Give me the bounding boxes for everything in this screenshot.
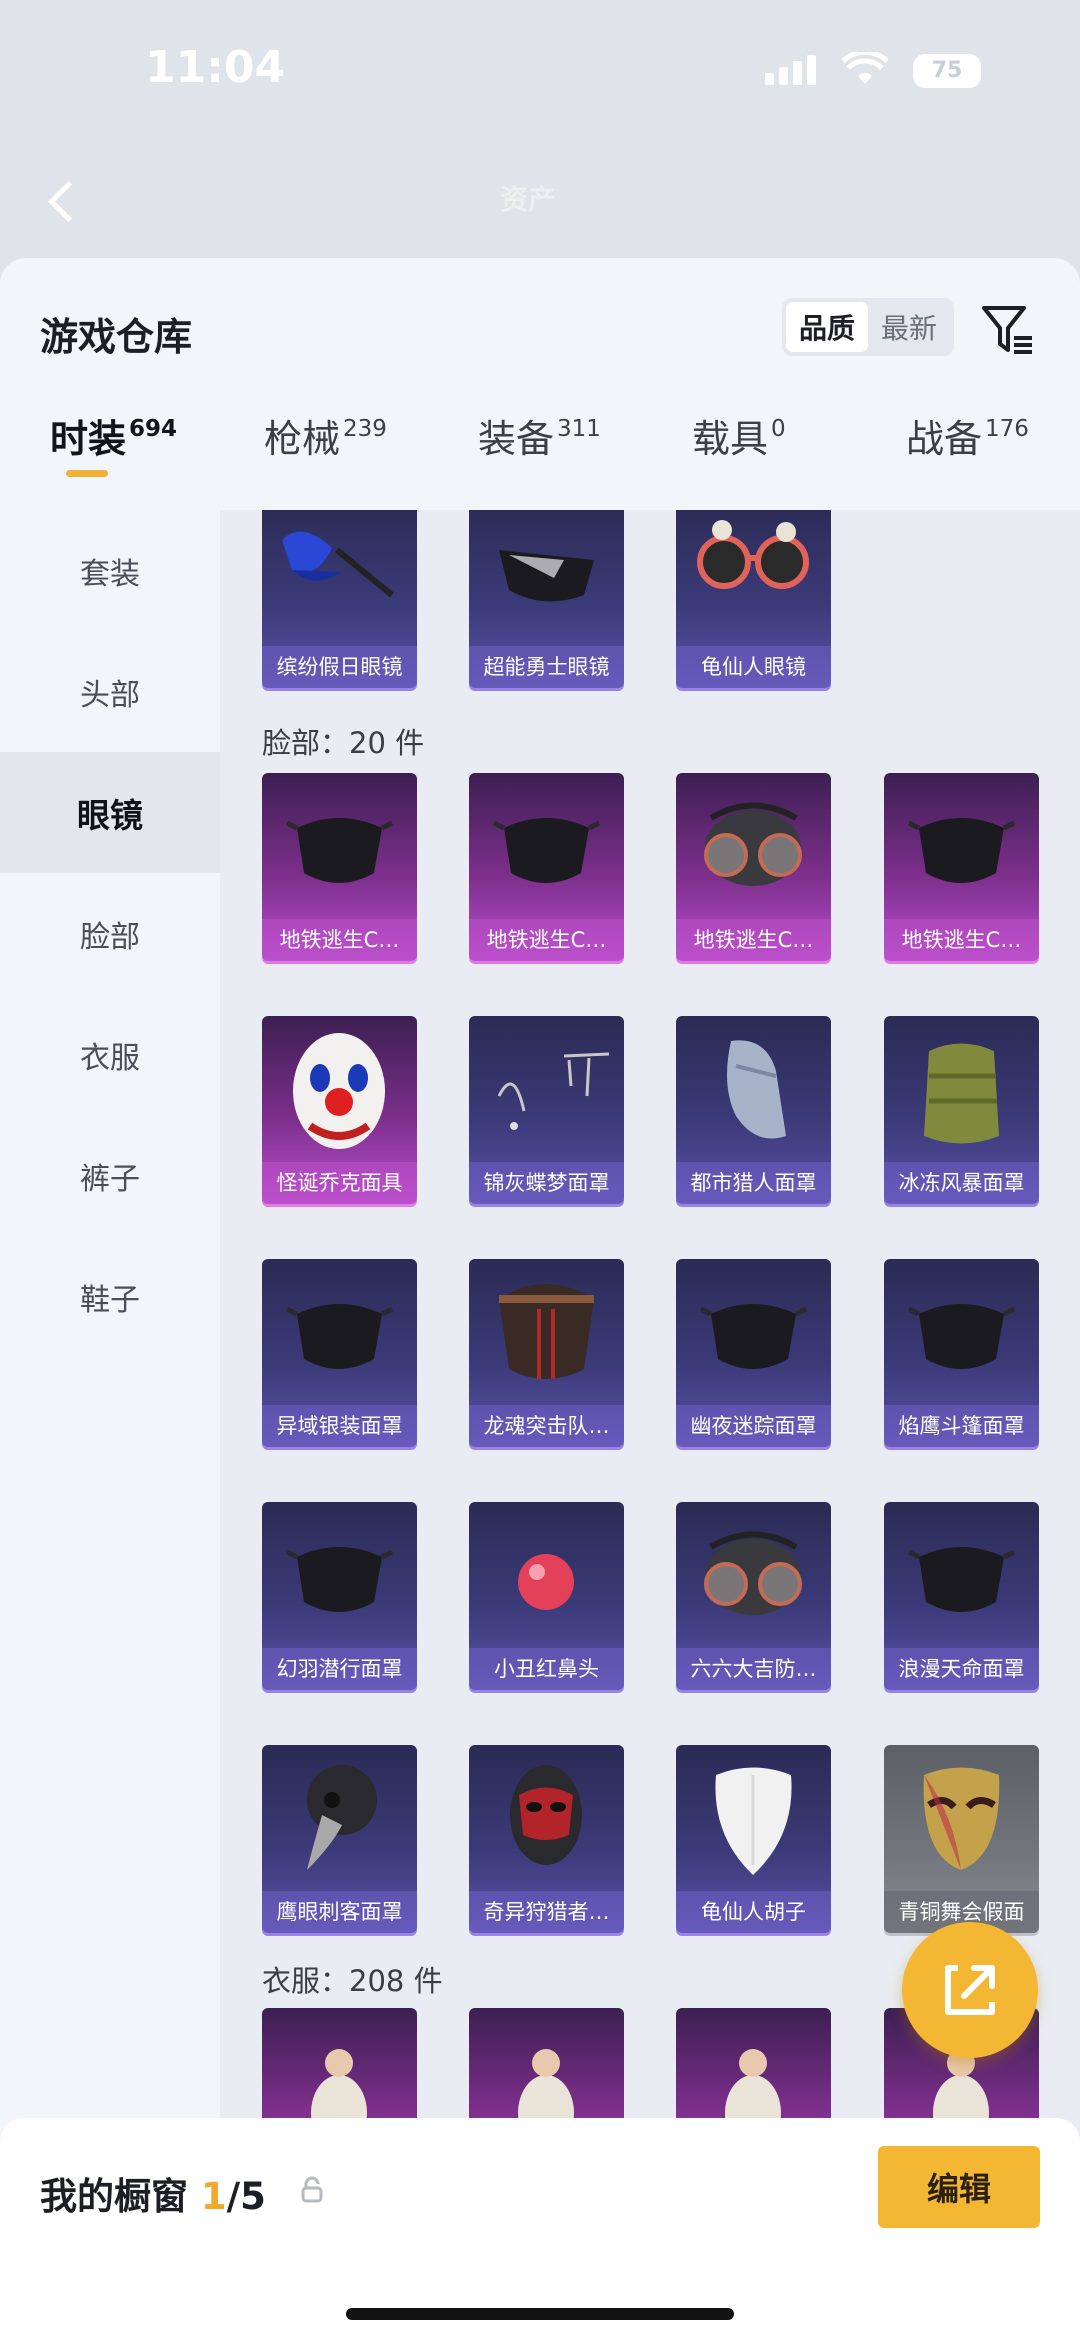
item-name: 小丑红鼻头 (469, 1648, 624, 1690)
wifi-icon (842, 52, 888, 84)
item-name: 都市猎人面罩 (676, 1162, 831, 1204)
tab-count: 0 (771, 416, 786, 442)
item-name: 浪漫天命面罩 (884, 1648, 1039, 1690)
item-card[interactable]: 地铁逃生C… (262, 773, 417, 961)
item-grid: 脸部：20 件 衣服：208 件 缤纷假日眼镜 超能勇士眼镜 龟仙人眼镜地铁逃生C…… (220, 510, 1080, 2341)
sidebar: 套装 头部 眼镜 脸部 衣服 裤子 鞋子 (0, 510, 220, 2341)
edit-button[interactable]: 编辑 (878, 2146, 1040, 2228)
battery-icon: 75 (913, 54, 981, 88)
item-name: 龟仙人胡子 (676, 1891, 831, 1933)
item-card[interactable]: 地铁逃生C… (884, 773, 1039, 961)
showcase-bar: 我的橱窗 1/5 编辑 (0, 2118, 1080, 2341)
item-name: 鹰眼刺客面罩 (262, 1891, 417, 1933)
tab-label: 装备 (478, 417, 555, 461)
sheet-title: 游戏仓库 (40, 315, 193, 359)
item-name: 怪诞乔克面具 (262, 1162, 417, 1204)
sort-quality-button[interactable]: 品质 (786, 302, 868, 352)
item-name: 焰鹰斗篷面罩 (884, 1405, 1039, 1447)
showcase-total: /5 (226, 2175, 266, 2218)
tab-count: 176 (985, 416, 1029, 442)
sort-toggle: 品质 最新 (782, 298, 954, 356)
item-card[interactable]: 地铁逃生C… (469, 773, 624, 961)
sort-newest-button[interactable]: 最新 (868, 302, 950, 352)
item-card[interactable]: 六六大吉防… (676, 1502, 831, 1690)
header-title: 资产 (500, 183, 557, 216)
sidebar-item-pants[interactable]: 裤子 (0, 1115, 220, 1236)
screen: 11:04 75 资产 游戏仓库 品质 最新 时装 694 枪械 239 装备 311… (0, 0, 1080, 2341)
tab-count: 311 (557, 416, 601, 442)
item-card[interactable]: 浪漫天命面罩 (884, 1502, 1039, 1690)
item-name: 异域银装面罩 (262, 1405, 417, 1447)
item-name: 超能勇士眼镜 (469, 646, 624, 688)
blurred-background-header: 11:04 75 资产 (0, 0, 1080, 300)
tab-fashion[interactable]: 时装 694 (50, 408, 177, 488)
item-card[interactable]: 锦灰蝶梦面罩 (469, 1016, 624, 1204)
item-name: 幽夜迷踪面罩 (676, 1405, 831, 1447)
item-card[interactable]: 异域银装面罩 (262, 1259, 417, 1447)
item-name: 奇异狩猎者… (469, 1891, 624, 1933)
sidebar-item-shoes[interactable]: 鞋子 (0, 1236, 220, 1357)
item-name: 六六大吉防… (676, 1648, 831, 1690)
item-card[interactable]: 冰冻风暴面罩 (884, 1016, 1039, 1204)
item-card[interactable]: 奇异狩猎者… (469, 1745, 624, 1933)
status-time: 11:04 (145, 42, 286, 93)
item-card[interactable]: 怪诞乔克面具 (262, 1016, 417, 1204)
item-card[interactable]: 青铜舞会假面 (884, 1745, 1039, 1933)
item-name: 冰冻风暴面罩 (884, 1162, 1039, 1204)
back-button[interactable] (40, 177, 88, 225)
item-card[interactable]: 鹰眼刺客面罩 (262, 1745, 417, 1933)
tab-equipment[interactable]: 装备 311 (478, 408, 601, 488)
lock-icon (301, 2176, 323, 2203)
status-bar: 11:04 75 (0, 0, 1080, 120)
tab-tactical[interactable]: 战备 176 (906, 408, 1029, 488)
share-button[interactable] (902, 1922, 1038, 2058)
share-icon (945, 1965, 995, 2015)
item-card[interactable]: 缤纷假日眼镜 (262, 510, 417, 688)
item-card[interactable]: 焰鹰斗篷面罩 (884, 1259, 1039, 1447)
item-card[interactable]: 都市猎人面罩 (676, 1016, 831, 1204)
home-indicator (346, 2308, 734, 2320)
item-name: 地铁逃生C… (469, 919, 624, 961)
cellular-signal-icon (765, 55, 816, 85)
item-card[interactable]: 超能勇士眼镜 (469, 510, 624, 688)
item-name: 缤纷假日眼镜 (262, 646, 417, 688)
clothes-section-header: 衣服：208 件 (262, 1964, 443, 1998)
showcase-current: 1 (200, 2175, 227, 2218)
item-card[interactable]: 幻羽潜行面罩 (262, 1502, 417, 1690)
item-name: 龙魂突击队… (469, 1405, 624, 1447)
item-card[interactable]: 地铁逃生C… (676, 773, 831, 961)
tab-count: 239 (343, 416, 387, 442)
item-card[interactable]: 龟仙人眼镜 (676, 510, 831, 688)
showcase-title-text: 我的橱窗 (40, 2175, 201, 2218)
sidebar-item-glasses[interactable]: 眼镜 (0, 752, 220, 873)
tab-firearms[interactable]: 枪械 239 (264, 408, 387, 488)
tab-label: 时装 (50, 417, 127, 461)
sidebar-item-clothes[interactable]: 衣服 (0, 994, 220, 1115)
item-card[interactable]: 幽夜迷踪面罩 (676, 1259, 831, 1447)
tab-label: 战备 (906, 417, 983, 461)
item-name: 地铁逃生C… (884, 919, 1039, 961)
face-section-header: 脸部：20 件 (262, 726, 425, 760)
item-name: 幻羽潜行面罩 (262, 1648, 417, 1690)
filter-icon[interactable] (980, 302, 1036, 358)
tab-count: 694 (129, 416, 178, 442)
item-card[interactable]: 龟仙人胡子 (676, 1745, 831, 1933)
item-card[interactable]: 小丑红鼻头 (469, 1502, 624, 1690)
item-name: 锦灰蝶梦面罩 (469, 1162, 624, 1204)
category-tabs: 时装 694 枪械 239 装备 311 载具 0 战备 176 (0, 408, 1080, 488)
sidebar-item-outfit[interactable]: 套装 (0, 510, 220, 631)
item-name: 地铁逃生C… (262, 919, 417, 961)
item-card[interactable]: 龙魂突击队… (469, 1259, 624, 1447)
sidebar-item-head[interactable]: 头部 (0, 631, 220, 752)
showcase-title: 我的橱窗 1/5 (40, 2166, 266, 2220)
tab-vehicles[interactable]: 载具 0 (692, 408, 786, 488)
sidebar-item-face[interactable]: 脸部 (0, 873, 220, 994)
tab-label: 枪械 (264, 417, 341, 461)
tab-label: 载具 (692, 417, 769, 461)
item-name: 龟仙人眼镜 (676, 646, 831, 688)
item-name: 地铁逃生C… (676, 919, 831, 961)
